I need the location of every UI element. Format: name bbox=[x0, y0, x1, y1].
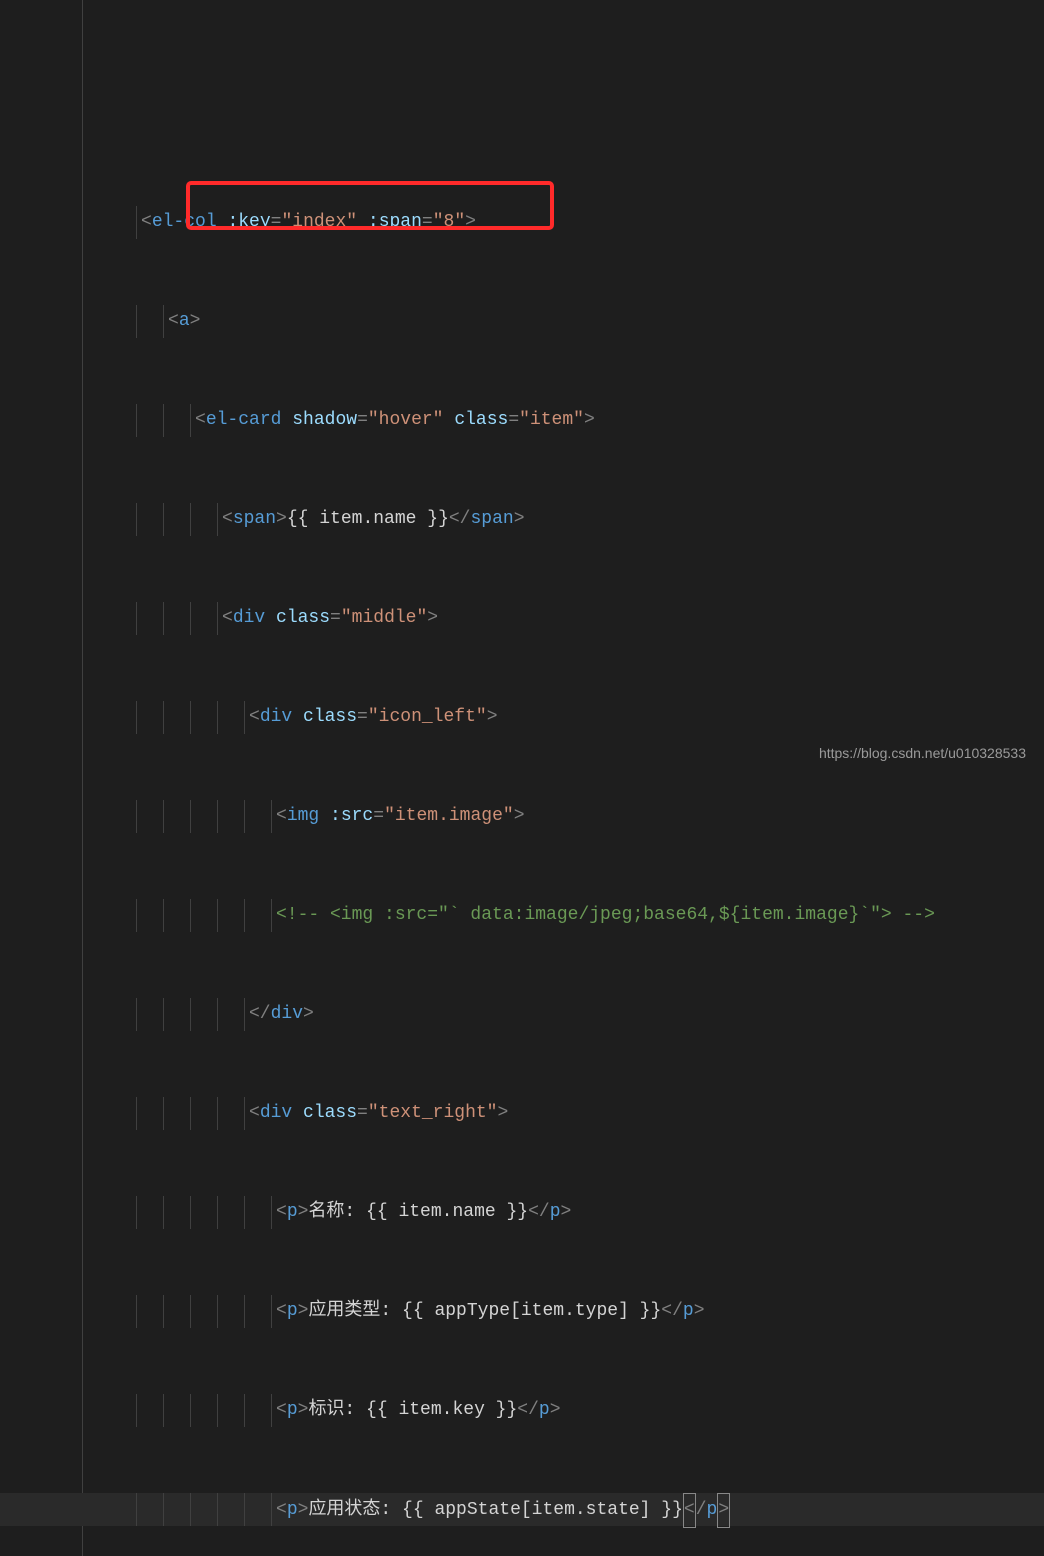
code-line[interactable]: <div class="middle"> bbox=[0, 602, 1044, 635]
watermark-text: https://blog.csdn.net/u010328533 bbox=[819, 737, 1026, 770]
code-line[interactable]: <span>{{ item.name }}</span> bbox=[0, 503, 1044, 536]
code-line[interactable]: <p>应用状态: {{ appState[item.state] }}</p> bbox=[0, 1493, 1044, 1526]
code-line[interactable]: <p>标识: {{ item.key }}</p> bbox=[0, 1394, 1044, 1427]
code-line[interactable]: <el-col :key="index" :span="8"> bbox=[0, 206, 1044, 239]
code-line[interactable]: <!-- <img :src="` data:image/jpeg;base64… bbox=[0, 899, 1044, 932]
code-line[interactable]: <div class="icon_left"> bbox=[0, 701, 1044, 734]
code-editor[interactable]: <el-col :key="index" :span="8"> <a> <el-… bbox=[0, 0, 1044, 1556]
code-line[interactable]: <el-card shadow="hover" class="item"> bbox=[0, 404, 1044, 437]
code-line[interactable]: <a> bbox=[0, 305, 1044, 338]
code-line[interactable]: <p>名称: {{ item.name }}</p> bbox=[0, 1196, 1044, 1229]
code-line[interactable]: </div> bbox=[0, 998, 1044, 1031]
code-line[interactable]: <p>应用类型: {{ appType[item.type] }}</p> bbox=[0, 1295, 1044, 1328]
code-line[interactable]: <img :src="item.image"> bbox=[0, 800, 1044, 833]
code-line[interactable]: <div class="text_right"> bbox=[0, 1097, 1044, 1130]
